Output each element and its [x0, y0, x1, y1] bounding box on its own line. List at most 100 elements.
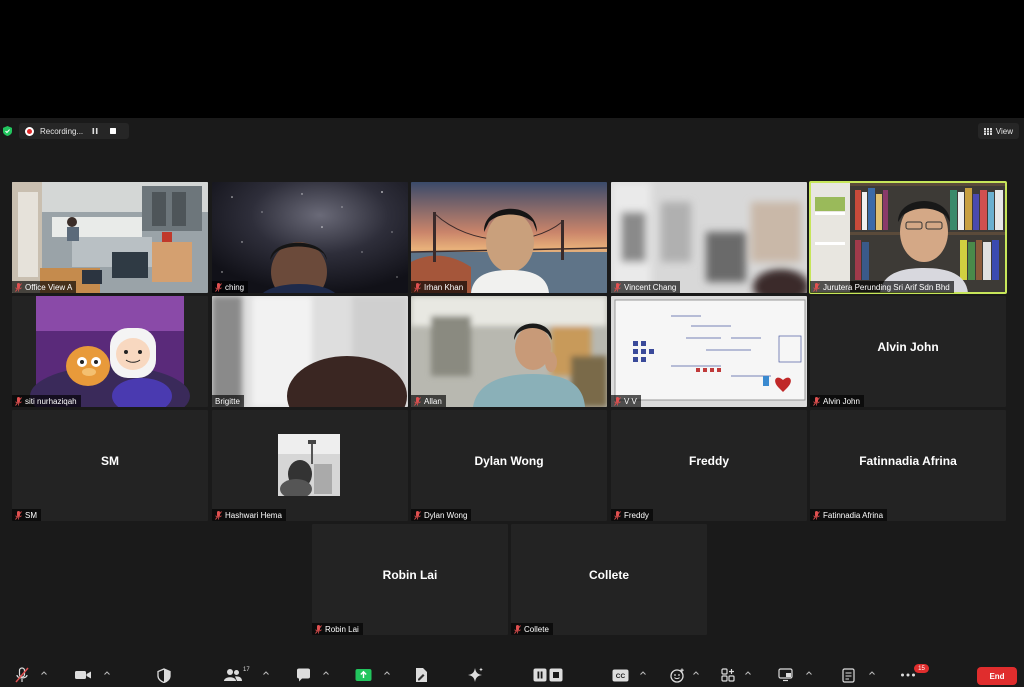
chevron-up-icon[interactable]	[40, 669, 48, 677]
video-icon	[75, 671, 91, 679]
security-icon	[157, 667, 171, 683]
participant-nametag: Vincent Chang	[611, 281, 681, 293]
mute-button[interactable]	[14, 666, 30, 684]
participant-name: siti nurhaziqah	[25, 396, 77, 406]
participant-tile[interactable]: ching	[212, 182, 408, 293]
participant-tile[interactable]: Collete Collete	[511, 524, 707, 635]
participant-name: Robin Lai	[325, 624, 359, 634]
participant-tile[interactable]: Fatinnadia Afrina Fatinnadia Afrina	[810, 410, 1006, 521]
mic-off-icon	[614, 396, 621, 406]
participant-tile[interactable]: Office View A	[12, 182, 208, 293]
notes-icon	[842, 667, 855, 683]
stop-icon[interactable]	[107, 125, 119, 137]
participant-tile[interactable]: Vincent Chang	[611, 182, 807, 293]
chevron-up-icon[interactable]	[692, 669, 700, 677]
reactions-button[interactable]	[670, 666, 685, 684]
view-options-button[interactable]	[778, 666, 793, 684]
share-screen-button[interactable]	[355, 666, 372, 684]
mic-off-icon	[813, 510, 820, 520]
pause-icon[interactable]	[89, 125, 101, 137]
notes-button[interactable]	[842, 666, 855, 684]
participant-name: SM	[25, 510, 37, 520]
participant-tile-active-speaker[interactable]: Jurutera Perunding Sri Arif Sdn Bhd	[809, 181, 1007, 294]
participant-display-name: Dylan Wong	[474, 454, 544, 468]
chevron-up-icon[interactable]	[103, 669, 111, 677]
mic-off-icon	[15, 510, 22, 520]
space-video-feed	[212, 182, 408, 293]
end-meeting-button[interactable]: End	[977, 667, 1017, 685]
chat-button[interactable]	[296, 666, 311, 684]
chevron-up-icon[interactable]	[639, 669, 647, 677]
participant-tile[interactable]: Freddy Freddy	[611, 410, 807, 521]
participant-tile[interactable]: SM SM	[12, 410, 208, 521]
chevron-up-icon[interactable]	[744, 669, 752, 677]
mic-off-icon	[514, 624, 521, 634]
participant-tile[interactable]: Irhan Khan	[411, 182, 607, 293]
mic-off-icon	[215, 282, 222, 292]
meeting-top-bar: Recording... View	[0, 118, 1024, 144]
participant-name: Office View A	[25, 282, 73, 292]
chevron-up-icon[interactable]	[322, 669, 330, 677]
mic-off-icon	[15, 282, 22, 292]
participant-name: Fatinnadia Afrina	[823, 510, 884, 520]
participant-name: Collete	[524, 624, 549, 634]
participant-display-name: Robin Lai	[382, 568, 438, 582]
apps-icon	[721, 668, 735, 682]
participant-nametag: Collete	[511, 623, 553, 635]
participant-tile[interactable]: Robin Lai Robin Lai	[312, 524, 508, 635]
mic-off-icon	[614, 510, 621, 520]
participant-nametag: Dylan Wong	[411, 509, 472, 521]
pause-stop-recording-button[interactable]	[533, 666, 563, 684]
security-button[interactable]	[157, 666, 171, 684]
ai-companion-button[interactable]	[467, 666, 484, 684]
participant-name: ching	[225, 282, 245, 292]
participants-count: 17	[243, 667, 250, 673]
participant-tile[interactable]: Hashwari Hema	[212, 410, 408, 521]
apps-button[interactable]	[721, 666, 735, 684]
participant-nametag: Jurutera Perunding Sri Arif Sdn Bhd	[810, 281, 954, 293]
reactions-icon	[670, 668, 684, 683]
participant-tile[interactable]: Dylan Wong Dylan Wong	[411, 410, 607, 521]
participant-name: Freddy	[624, 510, 649, 520]
participant-nametag: SM	[12, 509, 41, 521]
video-button[interactable]	[74, 666, 92, 684]
chevron-up-icon[interactable]	[805, 669, 813, 677]
chevron-up-icon[interactable]	[868, 669, 876, 677]
mic-off-icon	[215, 510, 222, 520]
mic-off-icon	[15, 667, 29, 683]
participants-icon	[224, 669, 242, 681]
participant-name: Vincent Chang	[624, 282, 677, 292]
mic-off-icon	[15, 396, 22, 406]
chevron-up-icon[interactable]	[262, 669, 270, 677]
participant-nametag: Brigitte	[212, 395, 244, 407]
participant-name: Alvin John	[823, 396, 860, 406]
participant-tile[interactable]: Allan	[411, 296, 607, 407]
shield-icon[interactable]	[3, 126, 12, 136]
captions-button[interactable]: CC	[612, 666, 629, 684]
participant-nametag: V V	[611, 395, 641, 407]
participant-tile[interactable]: siti nurhaziqah	[12, 296, 208, 407]
recording-indicator[interactable]: Recording...	[19, 123, 130, 139]
participants-button[interactable]	[224, 666, 242, 684]
participant-tile[interactable]: V V	[611, 296, 807, 407]
whiteboard-icon	[416, 668, 427, 682]
participant-nametag: Freddy	[611, 509, 653, 521]
participant-tile[interactable]: Alvin John Alvin John	[810, 296, 1006, 407]
participant-name: Hashwari Hema	[225, 510, 282, 520]
view-button[interactable]: View	[977, 123, 1019, 139]
mic-off-icon	[414, 396, 421, 406]
bookshelf-video-feed	[810, 182, 1006, 293]
participant-display-name: Freddy	[688, 454, 729, 468]
participant-tile[interactable]: Brigitte	[212, 296, 408, 407]
whiteboard-button[interactable]	[414, 666, 428, 684]
notification-badge: 15	[914, 664, 929, 673]
whiteboard-video-feed	[611, 296, 807, 407]
participant-name: Dylan Wong	[424, 510, 468, 520]
recording-label: Recording...	[40, 126, 84, 136]
participant-nametag: Hashwari Hema	[212, 509, 286, 521]
cartoon-video-feed	[12, 296, 208, 407]
participant-name: V V	[624, 396, 637, 406]
chevron-up-icon[interactable]	[383, 669, 391, 677]
chat-icon	[297, 668, 310, 682]
participant-name: Jurutera Perunding Sri Arif Sdn Bhd	[823, 282, 950, 292]
